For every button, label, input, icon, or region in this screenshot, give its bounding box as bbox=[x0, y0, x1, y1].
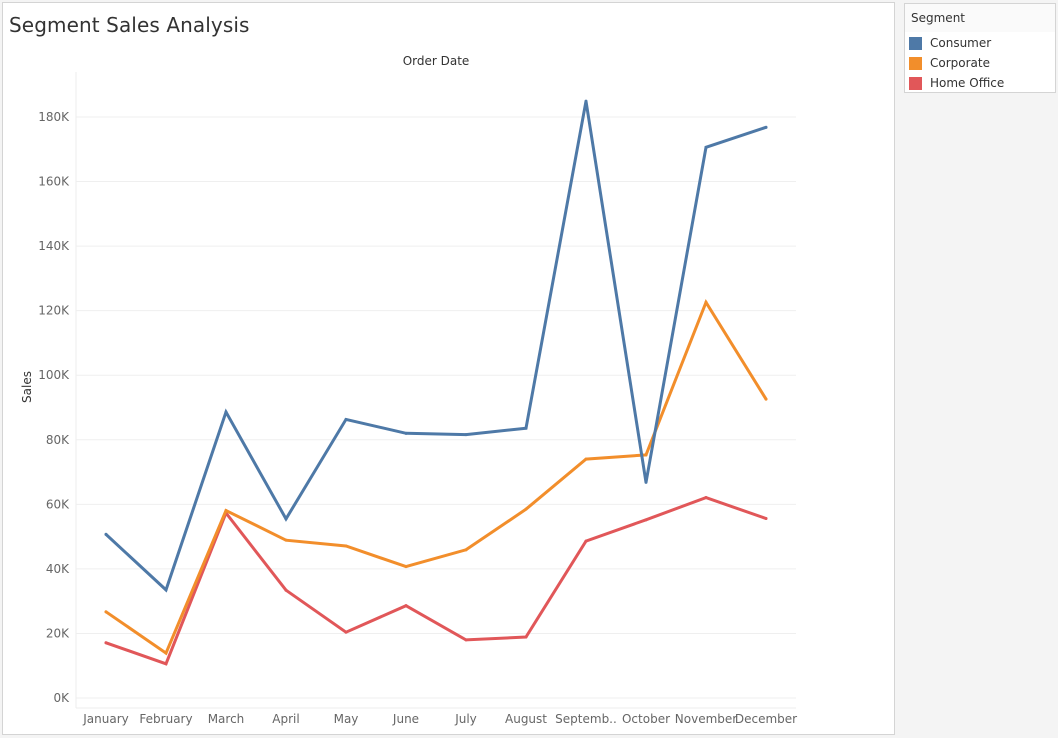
legend-label: Corporate bbox=[930, 56, 990, 70]
data-point-corporate[interactable] bbox=[584, 457, 588, 461]
y-tick-label: 40K bbox=[46, 562, 70, 576]
data-point-consumer[interactable] bbox=[284, 517, 288, 521]
data-point-corporate[interactable] bbox=[344, 544, 348, 548]
x-axis-ticks: January February March April May June July Augu… bbox=[82, 712, 797, 726]
y-tick-label: 160K bbox=[38, 175, 70, 189]
data-point-consumer[interactable] bbox=[644, 480, 648, 484]
legend-label: Consumer bbox=[930, 36, 992, 50]
data-point-consumer[interactable] bbox=[164, 588, 168, 592]
y-tick-label: 60K bbox=[46, 497, 70, 511]
y-tick-label: 100K bbox=[38, 368, 70, 382]
data-point-consumer[interactable] bbox=[704, 145, 708, 149]
x-tick-label: October bbox=[622, 712, 670, 726]
data-point-home-office[interactable] bbox=[344, 630, 348, 634]
data-point-consumer[interactable] bbox=[584, 99, 588, 103]
data-point-consumer[interactable] bbox=[764, 125, 768, 129]
data-point-home-office[interactable] bbox=[704, 496, 708, 500]
data-point-home-office[interactable] bbox=[524, 635, 528, 639]
home-office-color-swatch bbox=[909, 76, 922, 90]
y-tick-label: 80K bbox=[46, 433, 70, 447]
data-point-corporate[interactable] bbox=[104, 610, 108, 614]
y-axis-title: Sales bbox=[20, 371, 34, 403]
data-point-corporate[interactable] bbox=[284, 538, 288, 542]
x-tick-label: November bbox=[675, 712, 737, 726]
y-axis-ticks: 0K 20K 40K 60K 80K 100K 120K 140K 160K 180K bbox=[38, 110, 70, 705]
data-point-corporate[interactable] bbox=[764, 397, 768, 401]
x-tick-label: June bbox=[392, 712, 419, 726]
data-point-corporate[interactable] bbox=[704, 300, 708, 304]
data-point-consumer[interactable] bbox=[224, 410, 228, 414]
data-point-corporate[interactable] bbox=[404, 565, 408, 569]
data-point-corporate[interactable] bbox=[524, 507, 528, 511]
column-header-order-date: Order Date bbox=[403, 54, 470, 68]
x-tick-label: December bbox=[735, 712, 797, 726]
data-point-consumer[interactable] bbox=[404, 431, 408, 435]
segment-legend: Segment Consumer Corporate Home Office bbox=[904, 3, 1056, 93]
legend-item-corporate[interactable]: Corporate bbox=[909, 55, 990, 71]
x-tick-label: March bbox=[208, 712, 245, 726]
y-tick-label: 0K bbox=[53, 691, 70, 705]
data-point-home-office[interactable] bbox=[644, 518, 648, 522]
y-tick-label: 20K bbox=[46, 626, 70, 640]
x-tick-label: May bbox=[334, 712, 359, 726]
x-tick-label: February bbox=[139, 712, 192, 726]
data-point-home-office[interactable] bbox=[284, 588, 288, 592]
x-tick-label: April bbox=[272, 712, 299, 726]
legend-title: Segment bbox=[911, 11, 965, 25]
corporate-color-swatch bbox=[909, 56, 922, 70]
data-point-corporate[interactable] bbox=[464, 548, 468, 552]
data-point-home-office[interactable] bbox=[584, 539, 588, 543]
legend-item-consumer[interactable]: Consumer bbox=[909, 35, 991, 51]
y-tick-label: 120K bbox=[38, 304, 70, 318]
x-tick-label: July bbox=[454, 712, 477, 726]
data-point-home-office[interactable] bbox=[404, 604, 408, 608]
data-point-home-office[interactable] bbox=[164, 662, 168, 666]
consumer-color-swatch bbox=[909, 36, 922, 50]
x-tick-label: January bbox=[82, 712, 129, 726]
y-tick-label: 180K bbox=[38, 110, 70, 124]
y-tick-label: 140K bbox=[38, 239, 70, 253]
line-chart: Order Date Sales 0K 20K 40K 60K 80K 100K 120K 1… bbox=[20, 54, 797, 726]
series-line-home-office[interactable] bbox=[104, 496, 768, 666]
series-lines bbox=[104, 99, 768, 666]
legend-item-home-office[interactable]: Home Office bbox=[909, 75, 1004, 91]
legend-label: Home Office bbox=[930, 76, 1005, 90]
data-point-consumer[interactable] bbox=[104, 532, 108, 536]
series-line-consumer[interactable] bbox=[104, 100, 768, 593]
data-point-corporate[interactable] bbox=[644, 453, 648, 457]
x-tick-label: August bbox=[505, 712, 547, 726]
data-point-consumer[interactable] bbox=[344, 417, 348, 421]
data-point-consumer[interactable] bbox=[464, 433, 468, 437]
data-point-corporate[interactable] bbox=[164, 651, 168, 655]
data-point-home-office[interactable] bbox=[464, 638, 468, 642]
x-tick-label: Septemb.. bbox=[555, 712, 617, 726]
data-point-home-office[interactable] bbox=[764, 517, 768, 521]
data-point-consumer[interactable] bbox=[524, 426, 528, 430]
data-point-home-office[interactable] bbox=[104, 641, 108, 645]
data-point-corporate[interactable] bbox=[224, 508, 228, 512]
